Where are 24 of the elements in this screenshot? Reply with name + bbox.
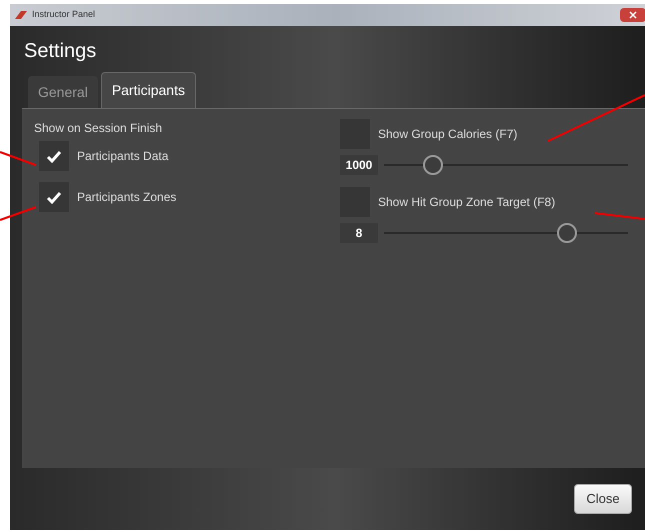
window-title: Instructor Panel (32, 8, 96, 22)
checkbox-label: Show Hit Group Zone Target (F8) (378, 194, 556, 211)
tab[interactable]: General (28, 76, 98, 108)
leader-line (0, 151, 36, 166)
close-window-button[interactable] (620, 8, 645, 22)
settings-title: Settings (23, 39, 98, 64)
app-logo-icon (14, 10, 28, 20)
value-field[interactable]: 8 (340, 223, 378, 243)
check-icon (46, 190, 62, 204)
section-heading: Show on Session Finish (34, 120, 164, 137)
slider-thumb[interactable] (557, 223, 577, 243)
slider-thumb[interactable] (422, 155, 443, 175)
checkbox-label: Participants Zones (77, 189, 176, 206)
leader-line (0, 206, 36, 221)
check-icon (46, 150, 62, 162)
checkbox[interactable] (39, 182, 69, 212)
checkbox-label: Participants Data (77, 148, 168, 165)
tab[interactable]: Participants (100, 72, 196, 108)
close-button[interactable]: Close (574, 484, 632, 514)
checkbox[interactable] (39, 141, 69, 171)
checkbox-label: Show Group Calories (F7) (378, 126, 518, 143)
leader-line (594, 212, 645, 220)
close-icon (629, 11, 637, 19)
value-field[interactable]: 1000 (340, 155, 378, 175)
